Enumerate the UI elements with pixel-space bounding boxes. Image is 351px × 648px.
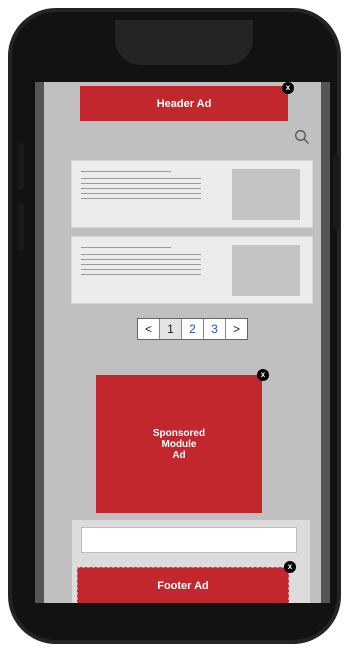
pagination: < 1 2 3 > bbox=[137, 318, 248, 340]
article-text-line bbox=[81, 264, 201, 265]
volume-up-button bbox=[18, 143, 24, 190]
article-text-line bbox=[81, 193, 201, 194]
pagination-page-1[interactable]: 1 bbox=[160, 319, 182, 339]
sponsored-ad-line-3: Ad bbox=[172, 449, 186, 461]
sponsored-ad-line-2: Module bbox=[161, 438, 197, 450]
sponsored-ad-close-button[interactable]: x bbox=[257, 369, 269, 381]
phone-screen: Header Ad x < 1 2 3 > Sponsored Module A… bbox=[35, 82, 330, 603]
sponsored-module-ad[interactable]: Sponsored Module Ad bbox=[96, 375, 262, 513]
article-title-line bbox=[81, 171, 171, 172]
image-placeholder-icon bbox=[232, 169, 300, 220]
sponsored-ad-line-1: Sponsored bbox=[152, 427, 206, 439]
article-text-line bbox=[81, 274, 201, 275]
article-title-line bbox=[81, 247, 171, 248]
footer-ad[interactable]: Footer Ad bbox=[77, 567, 289, 603]
header-ad[interactable]: Header Ad bbox=[80, 86, 288, 121]
header-ad-label: Header Ad bbox=[156, 97, 212, 110]
pagination-page-2[interactable]: 2 bbox=[182, 319, 204, 339]
pagination-next-button[interactable]: > bbox=[226, 319, 247, 339]
web-page: Header Ad x < 1 2 3 > Sponsored Module A… bbox=[44, 82, 321, 603]
volume-down-button bbox=[18, 203, 24, 250]
pagination-prev-button[interactable]: < bbox=[138, 319, 160, 339]
footer-area: Footer Ad x bbox=[72, 520, 310, 603]
power-button bbox=[333, 155, 339, 230]
image-placeholder-icon bbox=[232, 245, 300, 296]
footer-ad-close-button[interactable]: x bbox=[284, 561, 296, 573]
article-text-line bbox=[81, 198, 201, 199]
header-ad-close-button[interactable]: x bbox=[282, 82, 294, 94]
article-text-line bbox=[81, 259, 201, 260]
phone-notch bbox=[115, 20, 253, 65]
pagination-page-3[interactable]: 3 bbox=[204, 319, 226, 339]
search-icon[interactable] bbox=[294, 129, 310, 145]
article-text-line bbox=[81, 254, 201, 255]
article-text-line bbox=[81, 269, 201, 270]
article-text-line bbox=[81, 178, 201, 179]
article-card[interactable] bbox=[71, 236, 313, 304]
article-text-line bbox=[81, 183, 201, 184]
article-text-line bbox=[81, 188, 201, 189]
article-card[interactable] bbox=[71, 160, 313, 228]
footer-ad-label: Footer Ad bbox=[157, 580, 209, 592]
footer-input-field[interactable] bbox=[81, 527, 297, 553]
